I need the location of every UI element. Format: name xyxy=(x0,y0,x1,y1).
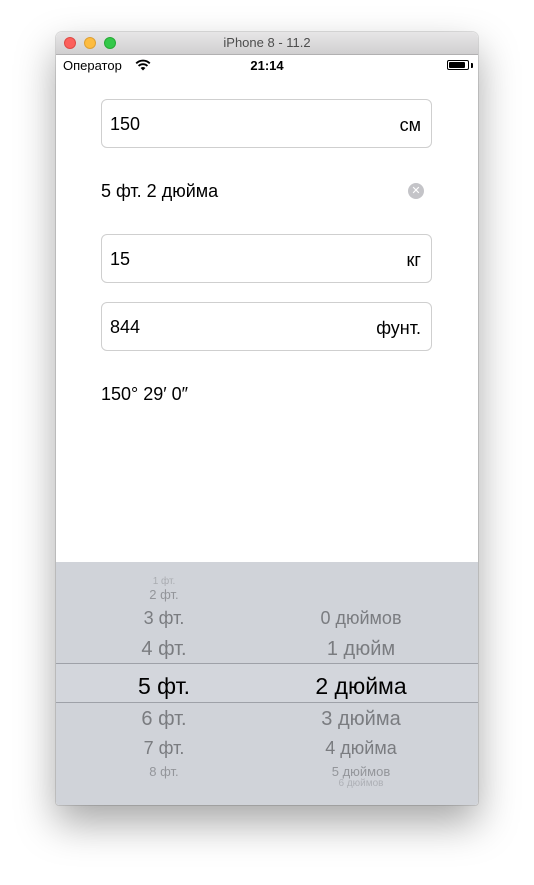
simulator-window: iPhone 8 - 11.2 Оператор 21:14 150 см 5 … xyxy=(56,32,478,805)
picker-inches-selected[interactable]: 2 дюйма xyxy=(246,673,476,700)
battery-tip xyxy=(471,63,473,68)
height-cm-unit: см xyxy=(399,115,421,135)
title-bar: iPhone 8 - 11.2 xyxy=(56,32,478,55)
picker-inches-item[interactable]: 4 дюйма xyxy=(246,738,476,759)
picker-feet-item[interactable]: 1 фт. xyxy=(56,576,272,587)
battery-level xyxy=(449,62,465,68)
picker-feet-item[interactable]: 2 фт. xyxy=(56,587,272,602)
picker-inches-item[interactable]: 3 дюйма xyxy=(246,708,476,731)
height-cm-value: 150 xyxy=(110,114,141,134)
picker-inches-item[interactable]: 5 дюймов xyxy=(246,764,476,779)
angle-field[interactable]: 150° 29′ 0″ xyxy=(101,384,188,405)
height-cm-field[interactable]: 150 см xyxy=(101,99,432,148)
weight-lb-value: 844 xyxy=(110,317,141,337)
picker-feet-item[interactable]: 7 фт. xyxy=(56,738,272,759)
weight-lb-field[interactable]: 844 фунт. xyxy=(101,302,432,351)
picker-feet-item[interactable]: 3 фт. xyxy=(56,608,272,629)
picker-feet-item[interactable]: 8 фт. xyxy=(56,764,272,779)
status-bar: Оператор 21:14 xyxy=(56,55,478,75)
weight-lb-unit: фунт. xyxy=(376,318,421,338)
clear-icon[interactable]: ✕ xyxy=(408,183,424,199)
weight-kg-unit: кг xyxy=(406,250,421,270)
height-picker[interactable]: 1 фт. 2 фт. 3 фт. 4 фт. 5 фт. 6 фт. 7 фт… xyxy=(56,562,478,805)
picker-feet-item[interactable]: 6 фт. xyxy=(56,708,272,731)
picker-feet-item[interactable]: 4 фт. xyxy=(56,638,272,661)
picker-inches-item[interactable]: 6 дюймов xyxy=(246,778,476,789)
window-title: iPhone 8 - 11.2 xyxy=(223,35,311,50)
picker-inches-item[interactable]: 1 дюйм xyxy=(246,638,476,661)
battery-icon xyxy=(447,60,469,70)
clock: 21:14 xyxy=(250,58,284,73)
picker-inches-item[interactable]: 0 дюймов xyxy=(246,608,476,629)
picker-feet-selected[interactable]: 5 фт. xyxy=(56,673,272,700)
weight-kg-field[interactable]: 15 кг xyxy=(101,234,432,283)
height-ft-field[interactable]: 5 фт. 2 дюйма xyxy=(101,181,218,202)
weight-kg-value: 15 xyxy=(110,249,131,269)
